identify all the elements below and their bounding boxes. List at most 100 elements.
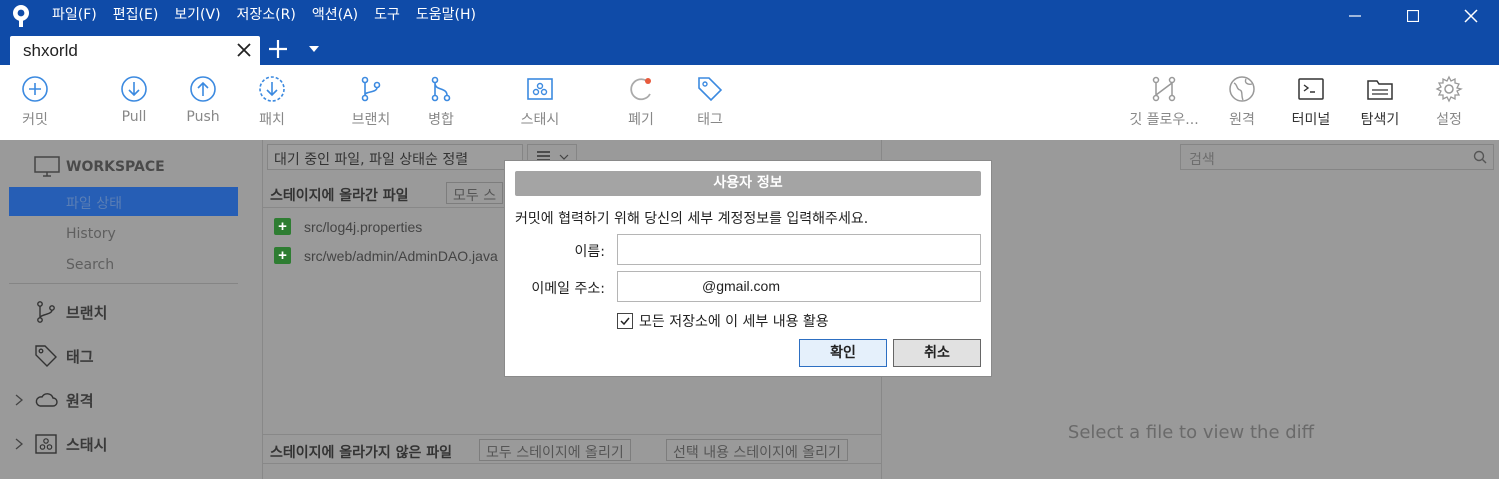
- sidebar-active-highlight: [9, 187, 238, 216]
- pull-button[interactable]: Pull: [99, 75, 169, 125]
- stash-icon: [527, 78, 553, 100]
- sourcetree-logo-icon: [13, 5, 29, 27]
- name-label: 이름:: [574, 244, 605, 260]
- tag-icon: [35, 345, 57, 367]
- close-window-button[interactable]: [1446, 0, 1496, 31]
- sidebar-item-history[interactable]: History: [66, 226, 116, 242]
- explorer-button[interactable]: 탐색기: [1345, 75, 1415, 129]
- dialog-title: 사용자 정보: [515, 171, 981, 196]
- sidebar-group-tags[interactable]: 태그: [34, 344, 94, 368]
- menu-help[interactable]: 도움말(H): [408, 0, 484, 31]
- tag-icon: [698, 77, 723, 102]
- search-input[interactable]: 검색: [1180, 144, 1494, 170]
- staged-file-path: src/log4j.properties: [304, 218, 423, 235]
- menu-view[interactable]: 보기(V): [166, 0, 228, 31]
- chevron-right-icon[interactable]: [14, 394, 24, 406]
- terminal-button[interactable]: 터미널: [1276, 75, 1346, 129]
- sidebar-divider: [9, 283, 238, 284]
- use-for-all-repos-checkbox[interactable]: 모든 저장소에 이 세부 내용 활용: [617, 311, 829, 331]
- stash-icon: [35, 434, 57, 454]
- cloud-icon: [35, 393, 58, 407]
- sidebar-group-remotes-label: 원격: [66, 391, 94, 410]
- terminal-icon: [1298, 78, 1324, 100]
- discard-button[interactable]: 폐기: [606, 75, 676, 129]
- tab-close-icon[interactable]: [236, 42, 252, 58]
- chevron-right-icon[interactable]: [14, 438, 24, 450]
- toolbar: 커밋 Pull Push 패치 브랜치 병합 스태시 폐기 태그 깃 플로우..…: [0, 65, 1499, 140]
- unstage-all-button[interactable]: 모두 스: [446, 182, 504, 204]
- branch-button[interactable]: 브랜치: [336, 75, 406, 129]
- ok-button[interactable]: 확인: [799, 339, 887, 367]
- tab-bar: shxorld: [0, 31, 1499, 65]
- unstaged-section-header: 스테이지에 올라가지 않은 파일 모두 스테이지에 올리기 선택 내용 스테이지…: [263, 434, 881, 464]
- menu-actions[interactable]: 액션(A): [304, 0, 366, 31]
- repo-tab[interactable]: shxorld: [10, 36, 260, 65]
- sidebar-group-stashes[interactable]: 스태시: [34, 432, 107, 456]
- patch-icon: [259, 76, 285, 102]
- menu-tools[interactable]: 도구: [366, 0, 408, 31]
- tag-button[interactable]: 태그: [675, 75, 745, 129]
- folder-icon: [1367, 80, 1393, 100]
- file-filter-select[interactable]: 대기 중인 파일, 파일 상태순 정렬: [267, 144, 523, 170]
- pull-icon: [121, 76, 147, 102]
- commit-button[interactable]: 커밋: [0, 75, 70, 129]
- push-button[interactable]: Push: [168, 75, 238, 125]
- workspace-header: WORKSPACE: [34, 154, 165, 180]
- workspace-label: WORKSPACE: [66, 159, 165, 175]
- sidebar-group-remotes[interactable]: 원격: [34, 388, 94, 412]
- user-info-dialog: 사용자 정보 커밋에 협력하기 위해 당신의 세부 계정정보를 입력해주세요. …: [504, 160, 992, 377]
- stash-label: 스태시: [520, 112, 560, 128]
- sidebar-group-branches[interactable]: 브랜치: [34, 300, 107, 324]
- patch-label: 패치: [259, 112, 285, 128]
- pull-label: Pull: [121, 109, 147, 125]
- remote-label: 원격: [1229, 112, 1255, 128]
- added-file-icon: +: [274, 247, 291, 264]
- settings-button[interactable]: 설정: [1414, 75, 1484, 129]
- gitflow-icon: [1152, 76, 1176, 102]
- stash-button[interactable]: 스태시: [505, 75, 575, 129]
- staged-file-row[interactable]: + src/web/admin/AdminDAO.java: [274, 247, 498, 264]
- sidebar-item-search[interactable]: Search: [66, 257, 114, 273]
- branch-icon: [361, 76, 381, 102]
- staged-section-title: 스테이지에 올라간 파일: [270, 188, 409, 204]
- close-icon: [1464, 8, 1478, 23]
- branch-label: 브랜치: [351, 112, 391, 128]
- checkbox-label: 모든 저장소에 이 세부 내용 활용: [639, 314, 829, 330]
- monitor-icon: [34, 156, 60, 177]
- minimize-button[interactable]: [1330, 0, 1380, 31]
- push-icon: [190, 76, 216, 102]
- added-file-icon: +: [274, 218, 291, 235]
- merge-button[interactable]: 병합: [406, 75, 476, 129]
- menu-file[interactable]: 파일(F): [44, 0, 105, 31]
- new-tab-icon[interactable]: [268, 39, 288, 59]
- sidebar-item-file-status[interactable]: 파일 상태: [66, 193, 122, 213]
- menu-edit[interactable]: 편집(E): [105, 0, 167, 31]
- maximize-button[interactable]: [1388, 0, 1438, 31]
- stage-all-button[interactable]: 모두 스테이지에 올리기: [479, 439, 631, 461]
- globe-icon: [1229, 76, 1255, 102]
- unstaged-section-title: 스테이지에 올라가지 않은 파일: [270, 445, 453, 461]
- patch-button[interactable]: 패치: [237, 75, 307, 129]
- merge-icon: [431, 76, 451, 102]
- search-icon: [1473, 150, 1487, 164]
- settings-label: 설정: [1436, 112, 1462, 128]
- staged-file-path: src/web/admin/AdminDAO.java: [304, 247, 498, 264]
- tag-label: 태그: [697, 112, 723, 128]
- stage-selected-button[interactable]: 선택 내용 스테이지에 올리기: [666, 439, 848, 461]
- commit-label: 커밋: [22, 112, 48, 128]
- maximize-icon: [1407, 9, 1419, 22]
- email-field[interactable]: @gmail.com: [617, 271, 981, 302]
- gitflow-button[interactable]: 깃 플로우...: [1124, 75, 1204, 129]
- title-bar: 파일(F) 편집(E) 보기(V) 저장소(R) 액션(A) 도구 도움말(H): [0, 0, 1499, 31]
- remote-button[interactable]: 원격: [1207, 75, 1277, 129]
- sidebar-group-branches-label: 브랜치: [66, 303, 108, 322]
- tab-dropdown-icon[interactable]: [308, 44, 320, 54]
- name-field[interactable]: [617, 234, 981, 265]
- menu-repository[interactable]: 저장소(R): [229, 0, 304, 31]
- terminal-label: 터미널: [1291, 112, 1331, 128]
- cancel-button[interactable]: 취소: [893, 339, 981, 367]
- diff-placeholder-text: Select a file to view the diff: [1067, 422, 1315, 443]
- minimize-icon: [1349, 14, 1361, 17]
- staged-file-row[interactable]: + src/log4j.properties: [274, 218, 422, 235]
- checkbox-checked-icon: [617, 313, 633, 329]
